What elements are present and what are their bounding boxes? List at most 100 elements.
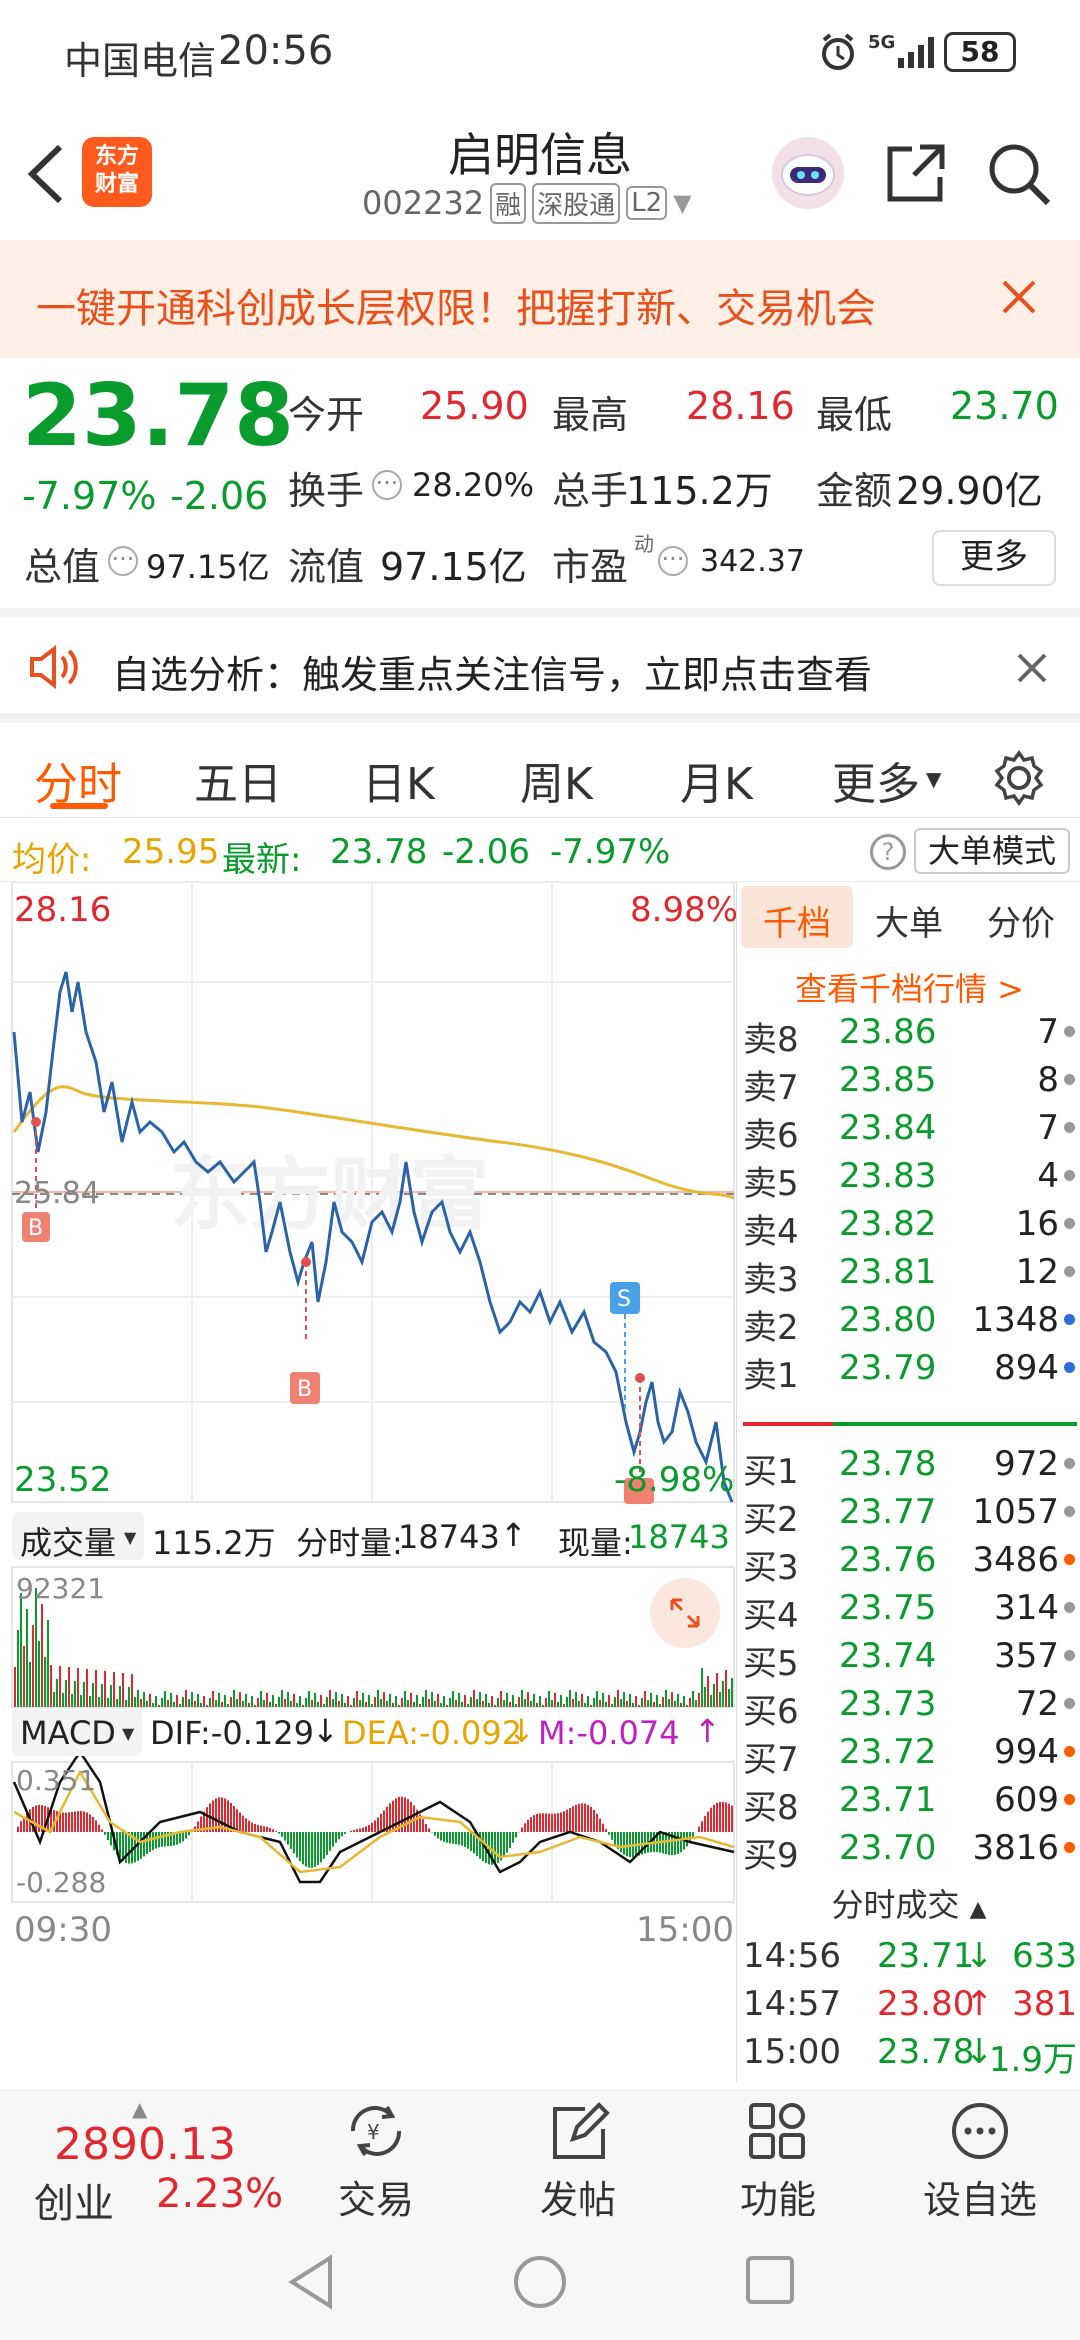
- home-circle-icon[interactable]: [512, 2254, 568, 2310]
- order-row[interactable]: 卖7 23.85 8: [737, 1056, 1080, 1108]
- volume-bar: [575, 1692, 577, 1707]
- macd-bar: [359, 1828, 361, 1832]
- order-row[interactable]: 卖6 23.84 7: [737, 1104, 1080, 1156]
- info-icon[interactable]: ···: [108, 546, 138, 576]
- order-level: 卖1: [743, 1356, 799, 1396]
- nav-post[interactable]: 发帖: [508, 2101, 648, 2224]
- macd-bar: [464, 1832, 466, 1847]
- order-row[interactable]: 卖3 23.81 12: [737, 1248, 1080, 1300]
- macd-bar: [380, 1813, 382, 1832]
- book-tab-by-price[interactable]: 分价: [987, 896, 1055, 945]
- order-row[interactable]: 卖1 23.79 894: [737, 1344, 1080, 1396]
- search-icon[interactable]: [986, 141, 1052, 207]
- order-row[interactable]: 买6 23.73 72: [737, 1680, 1080, 1732]
- gear-icon[interactable]: [990, 749, 1048, 807]
- indicator-selector[interactable]: MACD ▼: [12, 1708, 142, 1756]
- nav-trade[interactable]: ¥ 交易: [306, 2101, 446, 2224]
- macd-bar: [245, 1818, 247, 1832]
- volume-bar: [722, 1681, 724, 1707]
- index-ticker[interactable]: ▲ 2890.13 创业 2.23%: [20, 2097, 290, 2227]
- book-tab-depth[interactable]: 千档: [763, 896, 831, 945]
- open-label: 今开: [288, 393, 365, 437]
- order-row[interactable]: 买4 23.75 314: [737, 1584, 1080, 1636]
- order-row[interactable]: 卖5 23.83 4: [737, 1152, 1080, 1204]
- volume-bar: [272, 1695, 274, 1707]
- close-icon[interactable]: [1000, 278, 1038, 316]
- notice-bar[interactable]: 自选分析：触发重点关注信号，立即点击查看: [0, 608, 1080, 713]
- volume-bar: [338, 1701, 340, 1707]
- robot-assistant-icon[interactable]: [770, 135, 846, 211]
- order-level: 买5: [743, 1644, 799, 1684]
- order-row[interactable]: 卖4 23.82 16: [737, 1200, 1080, 1252]
- volume-bar: [362, 1693, 364, 1707]
- chevron-down-icon[interactable]: ▼: [673, 189, 691, 217]
- order-row[interactable]: 买5 23.74 357: [737, 1632, 1080, 1684]
- order-row[interactable]: 买7 23.72 994: [737, 1728, 1080, 1780]
- order-row[interactable]: 买3 23.76 3486: [737, 1536, 1080, 1588]
- macd-bar: [719, 1801, 721, 1832]
- tab-five-day[interactable]: 五日: [194, 748, 282, 812]
- book-tab-big-order[interactable]: 大单: [875, 896, 943, 945]
- volume-bar: [515, 1704, 517, 1707]
- alarm-icon: [822, 33, 854, 70]
- volume-bar: [290, 1701, 292, 1707]
- order-row[interactable]: 卖8 23.86 7: [737, 1008, 1080, 1060]
- tab-daily-k[interactable]: 日K: [362, 748, 435, 812]
- macd-bar: [698, 1826, 700, 1832]
- volume-bar: [494, 1705, 496, 1707]
- order-row[interactable]: 买2 23.77 1057: [737, 1488, 1080, 1540]
- buy-divider: [833, 1422, 1077, 1426]
- back-triangle-icon[interactable]: [286, 2254, 336, 2310]
- big-order-mode-button[interactable]: 大单模式: [914, 828, 1070, 874]
- more-button[interactable]: 更多: [932, 530, 1056, 586]
- order-row[interactable]: 卖2 23.80 1348: [737, 1296, 1080, 1348]
- order-price: 23.85: [839, 1060, 937, 1100]
- macd-bar: [509, 1832, 511, 1848]
- view-depth-link[interactable]: 查看千档行情 >: [795, 964, 1024, 1010]
- tab-monthly-k[interactable]: 月K: [680, 748, 753, 812]
- macd-bar: [236, 1809, 238, 1832]
- volume-bar: [359, 1700, 361, 1707]
- macd-bar: [434, 1832, 436, 1836]
- volume-bar: [353, 1698, 355, 1707]
- volume-bar: [707, 1676, 709, 1707]
- tab-more[interactable]: 更多: [832, 748, 920, 812]
- volume-bar: [83, 1682, 85, 1707]
- ref-price: 25.84: [14, 1176, 100, 1211]
- macd-bar: [317, 1832, 319, 1866]
- order-volume: 894: [994, 1348, 1059, 1388]
- info-icon[interactable]: ···: [658, 546, 688, 576]
- order-dot-icon: [1064, 1026, 1075, 1037]
- macd-bar: [725, 1802, 727, 1832]
- intraday-chart[interactable]: 东方财富 B B S 28.16 8.98% 25.84 23.52 -8.98…: [0, 882, 738, 2082]
- tick-arrow-icon: ↑: [965, 1984, 994, 2024]
- close-icon[interactable]: [1016, 652, 1048, 684]
- order-row[interactable]: 买1 23.78 972: [737, 1440, 1080, 1492]
- macd-bar: [86, 1812, 88, 1832]
- down-arrow-icon: ↓: [312, 1712, 339, 1750]
- recents-square-icon[interactable]: [744, 2254, 796, 2306]
- macd-bar: [701, 1821, 703, 1832]
- macd-bar: [272, 1829, 274, 1832]
- volume-selector[interactable]: 成交量 ▼: [12, 1512, 144, 1562]
- macd-bar: [101, 1829, 103, 1832]
- macd-bar: [599, 1818, 601, 1832]
- nav-trade-label: 交易: [337, 2178, 414, 2222]
- order-row[interactable]: 买8 23.71 609: [737, 1776, 1080, 1828]
- volume-bar: [713, 1684, 715, 1707]
- nav-add-watchlist[interactable]: 设自选: [910, 2101, 1050, 2224]
- caret-down-icon[interactable]: ▼: [926, 767, 941, 791]
- nav-functions[interactable]: 功能: [708, 2101, 848, 2224]
- help-icon[interactable]: ?: [870, 834, 906, 870]
- order-row[interactable]: 买9 23.70 3816: [737, 1824, 1080, 1876]
- order-volume: 972: [994, 1444, 1059, 1484]
- order-dot-icon: [1064, 1458, 1075, 1469]
- info-icon[interactable]: ···: [372, 470, 402, 500]
- macd-bar: [539, 1813, 541, 1832]
- share-icon[interactable]: [884, 141, 948, 205]
- expand-button[interactable]: [650, 1578, 720, 1648]
- promo-banner[interactable]: 一键开通科创成长层权限！把握打新、交易机会: [0, 240, 1080, 358]
- volume-bar: [503, 1700, 505, 1707]
- tab-weekly-k[interactable]: 周K: [520, 748, 593, 812]
- ticks-title-bar[interactable]: 分时成交 ▲: [737, 1880, 1080, 1930]
